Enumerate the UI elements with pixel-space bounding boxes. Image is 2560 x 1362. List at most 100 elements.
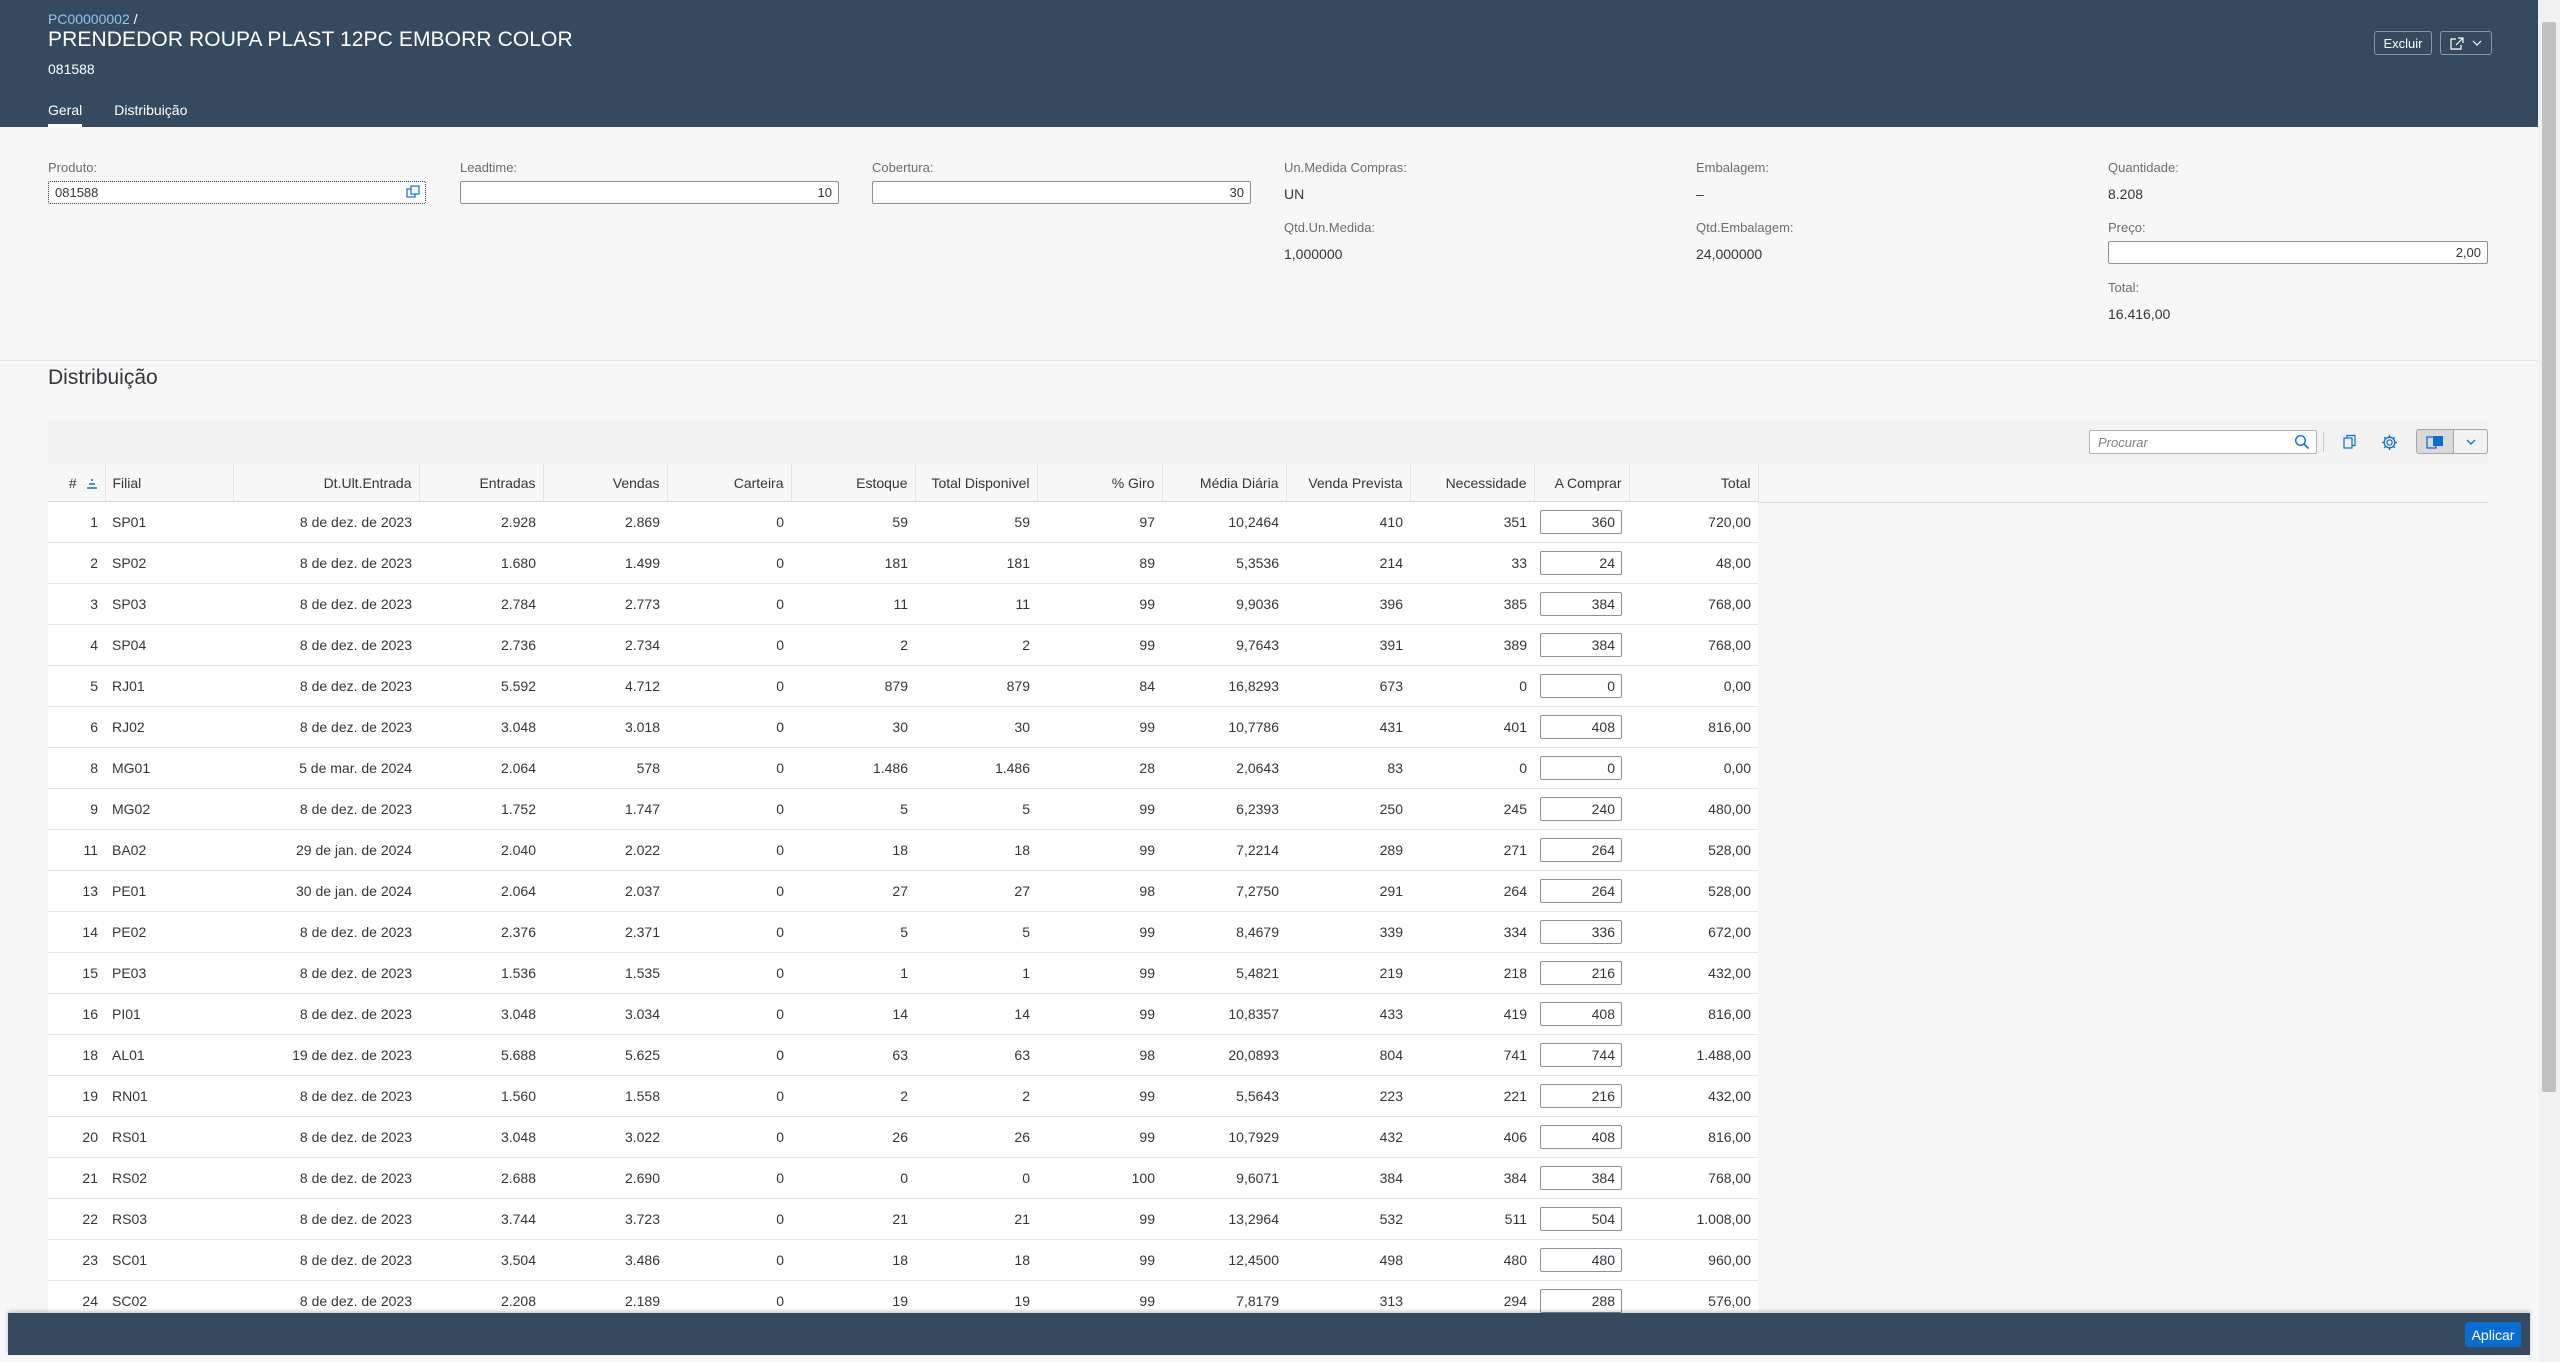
- a-comprar-input[interactable]: 216: [1540, 961, 1622, 985]
- scrollbar-thumb[interactable]: [2542, 22, 2556, 1092]
- sort-icon: [86, 478, 97, 489]
- a-comprar-input[interactable]: 0: [1540, 756, 1622, 780]
- a-comprar-input[interactable]: 264: [1540, 838, 1622, 862]
- table-header-filler: [1758, 464, 2488, 503]
- table-row[interactable]: 19 RN01 8 de dez. de 2023 1.560 1.558 0 2 2 99 5,…: [48, 1075, 1758, 1117]
- column-header[interactable]: Venda Prevista: [1286, 464, 1411, 502]
- table-cell: 2: [915, 624, 1037, 666]
- table-cell: 0: [791, 1157, 915, 1199]
- column-header[interactable]: Vendas: [543, 464, 668, 502]
- table-cell: 26: [915, 1116, 1037, 1158]
- apply-button[interactable]: Aplicar: [2465, 1322, 2521, 1347]
- export-menu-button[interactable]: [2453, 429, 2488, 454]
- delete-button[interactable]: Excluir: [2374, 31, 2432, 55]
- tab-distribuicao[interactable]: Distribuição: [114, 102, 187, 127]
- a-comprar-input[interactable]: 288: [1540, 1289, 1622, 1313]
- a-comprar-input[interactable]: 408: [1540, 1002, 1622, 1026]
- table-cell: 223: [1286, 1075, 1410, 1117]
- a-comprar-input[interactable]: 216: [1540, 1084, 1622, 1108]
- table-cell: 720,00: [1629, 501, 1758, 543]
- table-row[interactable]: 3 SP03 8 de dez. de 2023 2.784 2.773 0 11 11 99 9…: [48, 583, 1758, 625]
- a-comprar-input[interactable]: 384: [1540, 633, 1622, 657]
- table-cell: 2: [791, 624, 915, 666]
- cobertura-input[interactable]: 30: [872, 181, 1251, 204]
- a-comprar-input[interactable]: 264: [1540, 879, 1622, 903]
- column-header[interactable]: Total: [1629, 464, 1759, 502]
- table-row[interactable]: 13 PE01 30 de jan. de 2024 2.064 2.037 0 27 27 9…: [48, 870, 1758, 912]
- table-row[interactable]: 4 SP04 8 de dez. de 2023 2.736 2.734 0 2 2 99 9,7…: [48, 624, 1758, 666]
- table-row[interactable]: 22 RS03 8 de dez. de 2023 3.744 3.723 0 21 21 99…: [48, 1198, 1758, 1240]
- table-cell: 18: [915, 1239, 1037, 1281]
- vertical-scrollbar[interactable]: [2538, 0, 2560, 1362]
- table-row[interactable]: 5 RJ01 8 de dez. de 2023 5.592 4.712 0 879 879 8…: [48, 665, 1758, 707]
- table-cell: 11: [915, 583, 1037, 625]
- a-comprar-input[interactable]: 24: [1540, 551, 1622, 575]
- table-cell: 1.558: [543, 1075, 667, 1117]
- table-cell: 33: [1410, 542, 1534, 584]
- a-comprar-input[interactable]: 336: [1540, 920, 1622, 944]
- table-row[interactable]: 20 RS01 8 de dez. de 2023 3.048 3.022 0 26 26 99…: [48, 1116, 1758, 1158]
- a-comprar-input[interactable]: 408: [1540, 1125, 1622, 1149]
- a-comprar-input[interactable]: 744: [1540, 1043, 1622, 1067]
- table-cell: AL01: [105, 1034, 233, 1076]
- column-header[interactable]: Necessidade: [1410, 464, 1535, 502]
- column-header[interactable]: Filial: [105, 464, 234, 502]
- table-row[interactable]: 21 RS02 8 de dez. de 2023 2.688 2.690 0 0 0 100 9…: [48, 1157, 1758, 1199]
- table-cell: 0: [667, 1239, 791, 1281]
- table-cell: 11: [791, 583, 915, 625]
- breadcrumb-link[interactable]: PC00000002: [48, 11, 130, 27]
- table-cell: 0: [667, 1157, 791, 1199]
- table-row[interactable]: 14 PE02 8 de dez. de 2023 2.376 2.371 0 5 5 99 8,…: [48, 911, 1758, 953]
- table-row[interactable]: 9 MG02 8 de dez. de 2023 1.752 1.747 0 5 5 99 6,2…: [48, 788, 1758, 830]
- column-header[interactable]: A Comprar: [1534, 464, 1630, 502]
- table-row[interactable]: 2 SP02 8 de dez. de 2023 1.680 1.499 0 181 181 8…: [48, 542, 1758, 584]
- table-row[interactable]: 8 MG01 5 de mar. de 2024 2.064 578 0 1.486 1.48…: [48, 747, 1758, 789]
- column-header[interactable]: Média Diária: [1162, 464, 1287, 502]
- column-header[interactable]: #: [48, 464, 106, 502]
- search-input[interactable]: Procurar: [2089, 430, 2317, 454]
- a-comprar-input[interactable]: 480: [1540, 1248, 1622, 1272]
- section-title: Distribuição: [48, 366, 158, 389]
- table-row[interactable]: 16 PI01 8 de dez. de 2023 3.048 3.034 0 14 14 99…: [48, 993, 1758, 1035]
- table-row[interactable]: 15 PE03 8 de dez. de 2023 1.536 1.535 0 1 1 99 5,…: [48, 952, 1758, 994]
- export-button[interactable]: [2416, 429, 2454, 454]
- produto-input[interactable]: 081588: [48, 181, 426, 204]
- table-row[interactable]: 11 BA02 29 de jan. de 2024 2.040 2.022 0 18 18 9…: [48, 829, 1758, 871]
- search-icon[interactable]: [2294, 434, 2310, 450]
- column-header[interactable]: % Giro: [1037, 464, 1163, 502]
- table-cell: 99: [1037, 788, 1162, 830]
- settings-button[interactable]: [2377, 431, 2401, 453]
- copy-button[interactable]: [2338, 431, 2362, 453]
- export-icon: [2426, 435, 2443, 449]
- table-cell: MG01: [105, 747, 233, 789]
- a-comprar-input[interactable]: 0: [1540, 674, 1622, 698]
- table-row[interactable]: 6 RJ02 8 de dez. de 2023 3.048 3.018 0 30 30 99 1…: [48, 706, 1758, 748]
- table-row[interactable]: 18 AL01 19 de dez. de 2023 5.688 5.625 0 63 63 9…: [48, 1034, 1758, 1076]
- preco-input[interactable]: 2,00: [2108, 241, 2488, 264]
- column-header[interactable]: Entradas: [419, 464, 544, 502]
- a-comprar-input[interactable]: 384: [1540, 592, 1622, 616]
- a-comprar-input[interactable]: 504: [1540, 1207, 1622, 1231]
- table-row[interactable]: 1 SP01 8 de dez. de 2023 2.928 2.869 0 59 59 97 1…: [48, 501, 1758, 543]
- column-header[interactable]: Carteira: [667, 464, 792, 502]
- tab-geral[interactable]: Geral: [48, 102, 83, 127]
- a-comprar-input[interactable]: 384: [1540, 1166, 1622, 1190]
- share-menu-button[interactable]: [2440, 31, 2492, 55]
- preco-value: 2,00: [2455, 245, 2481, 260]
- column-header[interactable]: Total Disponivel: [915, 464, 1038, 502]
- a-comprar-input[interactable]: 408: [1540, 715, 1622, 739]
- value-help-icon[interactable]: [406, 185, 420, 199]
- a-comprar-input[interactable]: 240: [1540, 797, 1622, 821]
- table-cell: 18: [48, 1034, 105, 1076]
- a-comprar-input[interactable]: 360: [1540, 510, 1622, 534]
- column-header[interactable]: Dt.Ult.Entrada: [233, 464, 420, 502]
- column-header[interactable]: Estoque: [791, 464, 916, 502]
- table-cell: 221: [1410, 1075, 1534, 1117]
- table-cell: 63: [915, 1034, 1037, 1076]
- table-row[interactable]: 23 SC01 8 de dez. de 2023 3.504 3.486 0 18 18 99…: [48, 1239, 1758, 1281]
- qtd-un-medida-label: Qtd.Un.Medida:: [1284, 220, 1376, 235]
- table-cell: 5: [915, 911, 1037, 953]
- table-cell: 1.560: [419, 1075, 543, 1117]
- table-cell: 14: [48, 911, 105, 953]
- leadtime-input[interactable]: 10: [460, 181, 839, 204]
